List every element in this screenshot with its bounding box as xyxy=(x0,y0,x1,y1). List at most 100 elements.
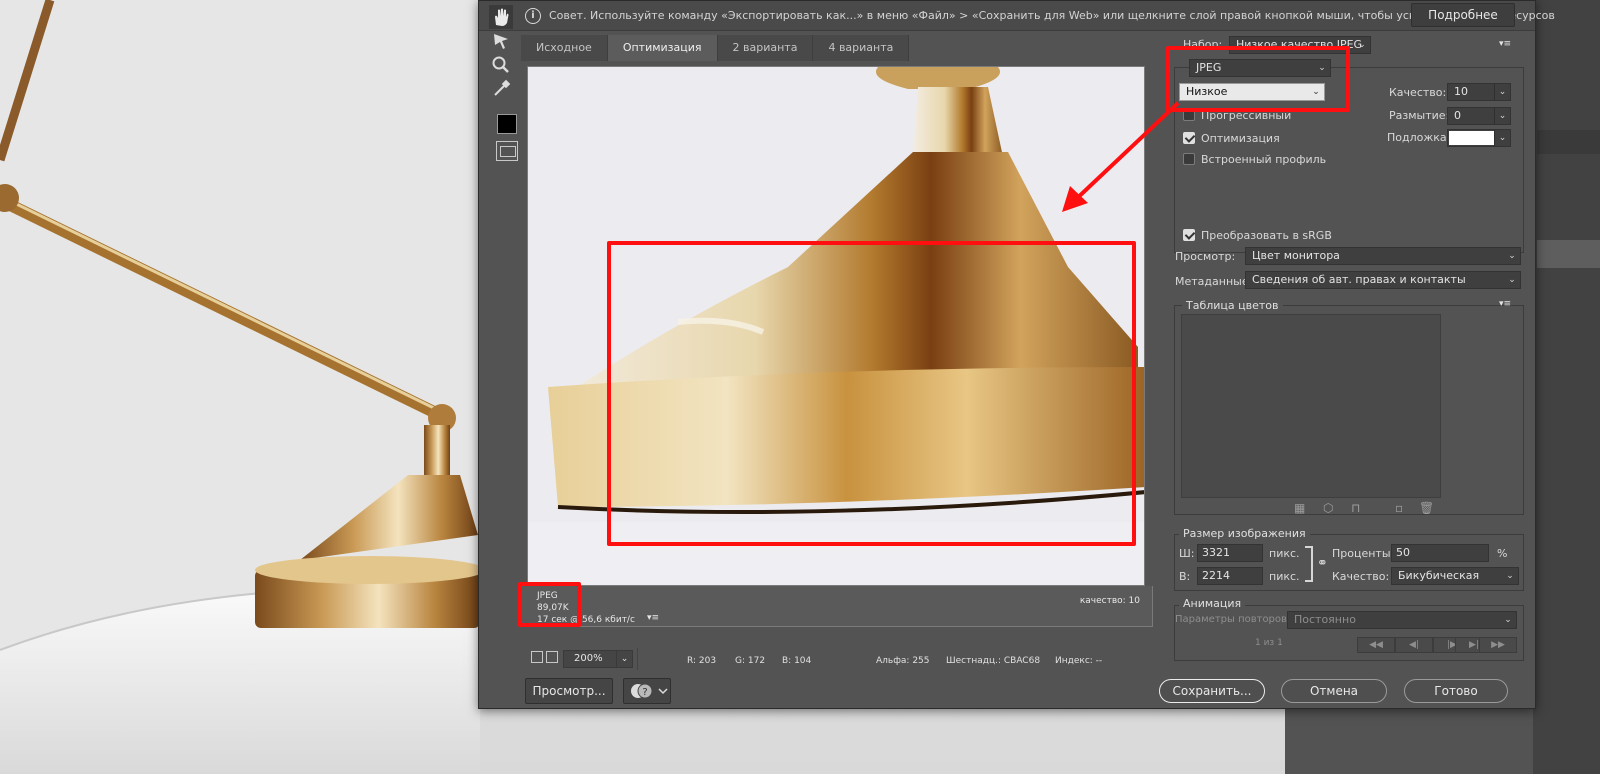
convert-srgb-checkbox[interactable] xyxy=(1183,229,1195,241)
animation-title: Анимация xyxy=(1179,597,1246,610)
zoom-in-button[interactable] xyxy=(546,651,558,663)
metadata-value: Сведения об авт. правах и контакты xyxy=(1252,273,1466,286)
blur-value: 0 xyxy=(1454,109,1461,122)
width-label: Ш: xyxy=(1179,547,1195,560)
tab-4-up[interactable]: 4 варианта xyxy=(813,35,910,61)
background-photo xyxy=(0,0,480,774)
annotation-format-highlight xyxy=(1166,46,1350,112)
height-unit: пикс. xyxy=(1269,570,1300,583)
height-input[interactable]: 2214 xyxy=(1197,567,1263,585)
eyedropper-color-swatch[interactable] xyxy=(497,114,517,134)
preview-in-browser-button[interactable]: Просмотр... xyxy=(525,678,613,704)
resample-label: Качество: xyxy=(1332,570,1390,583)
svg-text:?: ? xyxy=(642,687,647,698)
view-tabs: Исходное Оптимизация 2 варианта 4 вариан… xyxy=(521,35,910,61)
embed-profile-label: Встроенный профиль xyxy=(1201,153,1327,166)
frame-counter: 1 из 1 xyxy=(1255,638,1283,648)
lock-icon[interactable]: ⊓ xyxy=(1351,501,1360,515)
optimized-label: Оптимизация xyxy=(1201,132,1280,145)
chevron-down-icon: ⌄ xyxy=(616,651,632,667)
status-blue: B: 104 xyxy=(782,656,812,666)
percent-input[interactable]: 50 xyxy=(1391,544,1489,562)
chevron-down-icon: ⌄ xyxy=(1508,275,1516,285)
resample-select[interactable]: Бикубическая ⌄ xyxy=(1391,567,1519,585)
toggle-slices-icon[interactable] xyxy=(496,141,518,161)
zoom-select[interactable]: 200% ⌄ xyxy=(563,650,633,668)
chevron-down-icon: ⌄ xyxy=(1508,251,1516,261)
last-frame-button[interactable]: ▶▶ xyxy=(1479,637,1517,653)
download-speed-menu-icon[interactable]: ▾≡ xyxy=(647,613,659,623)
tab-optimized[interactable]: Оптимизация xyxy=(607,35,718,61)
annotation-preview-highlight xyxy=(607,241,1136,546)
loop-select[interactable]: Постоянно ⌄ xyxy=(1287,611,1517,629)
trash-icon[interactable]: 🗑 xyxy=(1419,501,1434,515)
preview-mode-label: Просмотр: xyxy=(1175,250,1236,263)
width-input[interactable]: 3321 xyxy=(1197,544,1263,562)
browser-icon: ? xyxy=(631,683,668,699)
chevron-down-icon: ⌄ xyxy=(1506,571,1514,581)
loop-label: Параметры повторов: xyxy=(1175,614,1291,625)
loop-value: Постоянно xyxy=(1294,613,1356,626)
optimization-settings: Набор: Низкое качество JPEG ⌄ ▾≡ JPEG ⌄ … xyxy=(1169,31,1529,676)
tab-original[interactable]: Исходное xyxy=(521,35,608,61)
info-quality: качество: 10 xyxy=(1079,596,1140,606)
eyedropper-tool-icon[interactable] xyxy=(489,77,513,101)
zoom-value: 200% xyxy=(574,653,603,664)
status-index: Индекс: -- xyxy=(1055,656,1103,666)
image-size-title: Размер изображения xyxy=(1179,527,1310,540)
prev-frame-button[interactable]: ◀| xyxy=(1395,637,1433,653)
done-button[interactable]: Готово xyxy=(1404,679,1508,703)
chevron-down-icon: ⌄ xyxy=(1494,108,1510,124)
preview-mode-select[interactable]: Цвет монитора ⌄ xyxy=(1245,247,1521,265)
chevron-down-icon: ⌄ xyxy=(1504,615,1512,625)
new-color-icon[interactable]: ▫ xyxy=(1395,501,1403,515)
web-shift-icon[interactable]: ⬡ xyxy=(1323,501,1333,515)
metadata-select[interactable]: Сведения об авт. правах и контакты ⌄ xyxy=(1245,271,1521,289)
zoom-tool-icon[interactable] xyxy=(489,53,513,77)
chevron-down-icon: ⌄ xyxy=(1494,84,1510,100)
link-icon[interactable]: ⚭ xyxy=(1317,556,1328,571)
status-hex: Шестнадц.: CBAC68 xyxy=(946,656,1041,666)
map-transparency-icon[interactable]: ▦ xyxy=(1294,501,1305,515)
annotation-size-highlight xyxy=(518,582,581,627)
color-table-title: Таблица цветов xyxy=(1182,299,1283,312)
first-frame-button[interactable]: ◀◀ xyxy=(1357,637,1395,653)
zoom-out-button[interactable] xyxy=(531,651,543,663)
percent-label: Проценты: xyxy=(1332,547,1395,560)
save-button[interactable]: Сохранить... xyxy=(1159,679,1265,703)
quality-label: Качество: xyxy=(1389,86,1447,99)
resample-value: Бикубическая xyxy=(1398,569,1480,582)
quality-value: 10 xyxy=(1454,85,1468,98)
matte-color-swatch xyxy=(1449,131,1495,145)
quality-select[interactable]: 10 ⌄ xyxy=(1447,83,1511,101)
blur-label: Размытие: xyxy=(1389,109,1450,122)
percent-unit: % xyxy=(1497,547,1508,560)
tool-column xyxy=(485,1,518,181)
color-table-menu-icon[interactable]: ▾≡ xyxy=(1499,299,1511,309)
metadata-label: Метаданные: xyxy=(1175,275,1253,288)
panel-menu-icon[interactable]: ▾≡ xyxy=(1499,39,1511,49)
cancel-button[interactable]: Отмена xyxy=(1281,679,1387,703)
chevron-down-icon: ⌄ xyxy=(1358,40,1366,50)
browser-select[interactable]: ? xyxy=(623,678,671,704)
hand-tool-icon[interactable] xyxy=(489,5,513,29)
preview-info-bar: JPEG 89,07K 17 сек @ 56,6 кбит/с ▾≡ каче… xyxy=(521,586,1153,627)
status-red: R: 203 xyxy=(687,656,717,666)
blur-select[interactable]: 0 ⌄ xyxy=(1447,107,1511,125)
tip-text: Совет. Используйте команду «Экспортирова… xyxy=(549,9,1555,22)
info-icon: i xyxy=(525,8,541,24)
chevron-down-icon: ⌄ xyxy=(1494,130,1510,146)
status-alpha: Альфа: 255 xyxy=(876,656,930,666)
convert-srgb-label: Преобразовать в sRGB xyxy=(1201,229,1332,242)
matte-label: Подложка: xyxy=(1387,131,1451,144)
slice-select-tool-icon[interactable] xyxy=(489,29,513,53)
tab-2-up[interactable]: 2 варианта xyxy=(717,35,814,61)
matte-select[interactable]: ⌄ xyxy=(1447,129,1511,147)
link-bracket xyxy=(1305,546,1313,582)
preview-mode-value: Цвет монитора xyxy=(1252,249,1340,262)
height-label: В: xyxy=(1179,570,1191,583)
color-table-grid[interactable] xyxy=(1181,314,1441,498)
width-unit: пикс. xyxy=(1269,547,1300,560)
status-green: G: 172 xyxy=(735,656,766,666)
more-info-button[interactable]: Подробнее xyxy=(1411,3,1515,27)
